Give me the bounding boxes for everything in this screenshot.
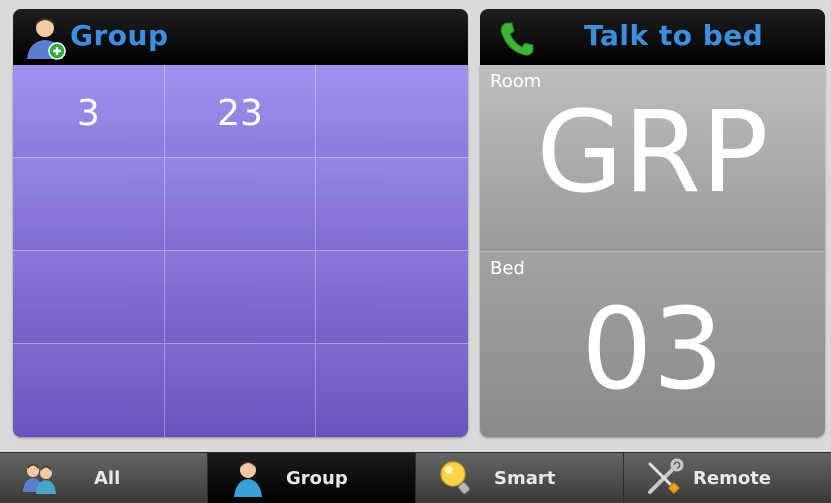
talk-info: Room GRP Bed 03 bbox=[480, 65, 825, 437]
room-label: Room bbox=[490, 71, 542, 92]
lightbulb-icon bbox=[440, 461, 470, 495]
phone-icon bbox=[500, 22, 534, 56]
group-cell[interactable] bbox=[316, 344, 468, 437]
tab-all-label: All bbox=[94, 468, 121, 489]
group-cell[interactable] bbox=[13, 158, 165, 251]
group-cell[interactable] bbox=[13, 344, 165, 437]
room-section[interactable]: Room GRP bbox=[480, 65, 825, 252]
tab-all[interactable]: All bbox=[0, 453, 208, 503]
bottom-tab-bar: All Group Smart Remote bbox=[0, 452, 831, 503]
bed-label: Bed bbox=[490, 258, 525, 279]
tab-smart-label: Smart bbox=[494, 468, 556, 489]
group-cell[interactable]: 3 bbox=[13, 65, 165, 158]
tab-group-label: Group bbox=[286, 468, 348, 489]
group-cell[interactable] bbox=[316, 251, 468, 344]
users-icon bbox=[23, 464, 56, 494]
bed-section[interactable]: Bed 03 bbox=[480, 252, 825, 437]
group-cell[interactable] bbox=[164, 344, 317, 437]
group-panel: Group 3 23 bbox=[13, 9, 468, 437]
talk-title: Talk to bed bbox=[584, 19, 764, 52]
group-title: Group bbox=[70, 19, 169, 52]
tab-remote-label: Remote bbox=[693, 468, 772, 489]
group-header: Group bbox=[13, 9, 468, 65]
tab-group[interactable]: Group bbox=[208, 453, 416, 503]
talk-panel: Talk to bed Room GRP Bed 03 bbox=[480, 9, 825, 437]
room-value: GRP bbox=[536, 88, 769, 218]
group-cell[interactable]: 23 bbox=[164, 65, 317, 158]
group-cell[interactable] bbox=[13, 251, 165, 344]
group-cell[interactable] bbox=[164, 158, 317, 251]
bed-value: 03 bbox=[581, 285, 724, 415]
tools-icon bbox=[648, 458, 684, 495]
group-cell[interactable] bbox=[316, 65, 468, 158]
add-user-icon bbox=[27, 18, 66, 60]
user-icon bbox=[234, 461, 262, 497]
group-cell[interactable] bbox=[316, 158, 468, 251]
talk-header: Talk to bed bbox=[480, 9, 825, 65]
tab-remote[interactable]: Remote bbox=[624, 453, 831, 503]
group-cell[interactable] bbox=[164, 251, 317, 344]
group-grid: 3 23 bbox=[13, 65, 468, 437]
tab-smart[interactable]: Smart bbox=[416, 453, 624, 503]
